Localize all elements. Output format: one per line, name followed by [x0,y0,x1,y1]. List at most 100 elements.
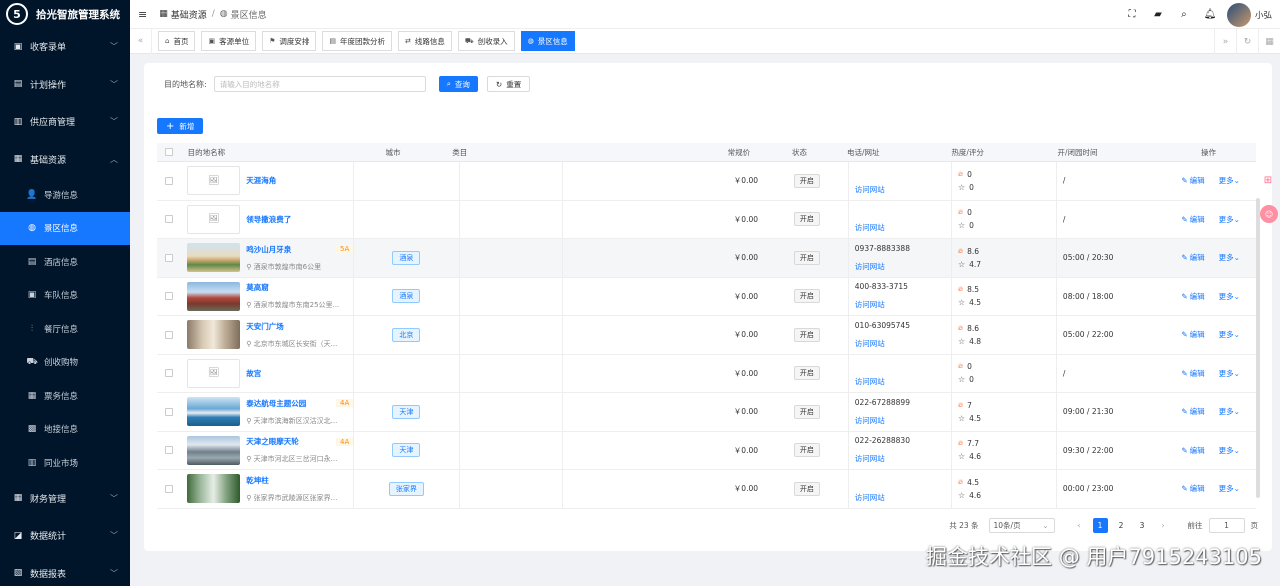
page-jump-input[interactable]: 1 [1208,518,1245,533]
query-button[interactable]: ⌕ 查询 [438,76,478,92]
row-checkbox[interactable] [165,253,174,262]
table-row[interactable]: 🖼︎ 故宫 ￥0.00 开启 访问网站 🔥︎ 0 ☆ 0/✎ 编辑 更多 ⌄ [157,354,1256,393]
table-row[interactable]: 乾坤柱 ⚲ 张家界市武陵源区张家界... 张家界 ￥0.00 开启 访问网站 🔥︎ 4.5 ☆ 4… [157,470,1256,509]
search-input[interactable]: 请输入目的地名称 [213,76,426,92]
scenic-name-link[interactable]: 莫高窟 [246,282,269,293]
table-row[interactable]: 天安门广场 ⚲ 北京市东城区长安街（天... 北京 ￥0.00 开启 010-630957… [157,316,1256,355]
scenic-name-link[interactable]: 天涯海角 [246,175,276,186]
tab-scroll-left-icon[interactable]: « [130,28,152,54]
fullscreen-icon[interactable]: ⛶ [1119,9,1145,20]
breadcrumb-parent[interactable]: 基础资源 [171,8,207,21]
sidebar-group-1[interactable]: ▤ 计划操作 ﹀ [0,66,130,104]
more-button[interactable]: 更多 ⌄ [1219,291,1240,302]
visit-website-link[interactable]: 访问网站 [855,338,885,349]
table-row[interactable]: 莫高窟 ⚲ 酒泉市敦煌市东南25公里... 酒泉 ￥0.00 开启 400-833-371… [157,277,1256,316]
row-checkbox[interactable] [165,369,174,378]
more-button[interactable]: 更多 ⌄ [1219,214,1240,225]
table-row[interactable]: 🖼︎ 天涯海角 ￥0.00 开启 访问网站 🔥︎ 0 ☆ 0/✎ 编辑 更多 ⌄ [157,162,1256,201]
tab-6[interactable]: ◍ 景区信息 [520,31,575,51]
sidebar-group-2[interactable]: ▥ 供应商管理 ﹀ [0,103,130,141]
sidebar-item-3[interactable]: ▣ 车队信息 [0,279,130,313]
page-size-select[interactable]: 10条/页 ⌄ [988,518,1055,533]
tab-5[interactable]: ⛟ 创收录入 [457,31,515,51]
next-page-button[interactable]: › [1156,518,1171,533]
add-button[interactable]: + 新增 [157,118,204,134]
sidebar-item-6[interactable]: ▦ 票务信息 [0,379,130,413]
edit-button[interactable]: ✎ 编辑 [1181,214,1204,225]
scenic-name-link[interactable]: 鸣沙山月牙泉 [246,244,291,255]
more-button[interactable]: 更多 ⌄ [1219,483,1240,494]
more-button[interactable]: 更多 ⌄ [1219,406,1240,417]
book-icon[interactable]: ▰ [1145,9,1171,20]
sidebar-item-7[interactable]: ▩ 地接信息 [0,413,130,447]
page-button-1[interactable]: 1 [1092,518,1108,533]
prev-page-button[interactable]: ‹ [1072,518,1087,533]
visit-website-link[interactable]: 访问网站 [855,376,885,387]
assistant-icon[interactable]: ☺ [1260,205,1278,223]
row-checkbox[interactable] [165,446,174,455]
table-row[interactable]: 天津之眼摩天轮 4A ⚲ 天津市河北区三岔河口永... 天津 ￥0.00 开启 022-26… [157,431,1256,470]
visit-website-link[interactable]: 访问网站 [855,222,885,233]
more-button[interactable]: 更多 ⌄ [1219,329,1240,340]
row-checkbox[interactable] [165,176,174,185]
visit-website-link[interactable]: 访问网站 [855,492,885,503]
sidebar-item-4[interactable]: ⫶ 餐厅信息 [0,312,130,346]
user-name[interactable]: 小弘 [1255,9,1272,21]
visit-website-link[interactable]: 访问网站 [855,184,885,195]
scenic-name-link[interactable]: 乾坤柱 [246,475,269,486]
scenic-name-link[interactable]: 领导撒浪费了 [246,214,291,225]
table-scrollbar[interactable] [1256,198,1260,498]
page-button-2[interactable]: 2 [1114,518,1129,533]
visit-website-link[interactable]: 访问网站 [855,261,885,272]
more-button[interactable]: 更多 ⌄ [1219,252,1240,263]
menu-toggle-icon[interactable]: ≡ [138,8,147,21]
bell-icon[interactable]: 🔔︎ [1197,9,1223,20]
edit-button[interactable]: ✎ 编辑 [1181,368,1204,379]
page-button-3[interactable]: 3 [1135,518,1150,533]
sidebar-group-0[interactable]: ▣ 收客录单 ﹀ [0,28,130,66]
refresh-icon[interactable]: ↻ [1236,29,1258,54]
sidebar-group-1[interactable]: ◪ 数据统计 ﹀ [0,517,130,555]
select-all-checkbox[interactable] [165,148,174,156]
tab-2[interactable]: ⚑ 调度安排 [262,31,317,51]
row-checkbox[interactable] [165,330,174,339]
more-button[interactable]: 更多 ⌄ [1219,445,1240,456]
row-checkbox[interactable] [165,407,174,416]
edit-button[interactable]: ✎ 编辑 [1181,445,1204,456]
tab-menu-icon[interactable]: ▦ [1258,29,1280,54]
share-icon[interactable]: ⊞ [1260,175,1276,191]
visit-website-link[interactable]: 访问网站 [855,299,885,310]
search-icon[interactable]: ⌕ [1171,9,1197,20]
tab-4[interactable]: ⇄ 线路信息 [397,31,452,51]
sidebar-item-1[interactable]: ◍ 景区信息 [0,211,130,245]
scenic-name-link[interactable]: 泰达航母主题公园 [246,398,306,409]
row-checkbox[interactable] [165,292,174,301]
tab-1[interactable]: ▣ 客源单位 [201,31,257,51]
scenic-name-link[interactable]: 天安门广场 [246,321,284,332]
row-checkbox[interactable] [165,484,174,493]
edit-button[interactable]: ✎ 编辑 [1181,175,1204,186]
more-button[interactable]: 更多 ⌄ [1219,175,1240,186]
reset-button[interactable]: ↻ 重置 [486,76,531,92]
tab-3[interactable]: ▤ 年度团款分析 [322,31,392,51]
visit-website-link[interactable]: 访问网站 [855,453,885,464]
table-row[interactable]: 泰达航母主题公园 4A ⚲ 天津市滨海新区汉沽汉北... 天津 ￥0.00 开启 022-6… [157,393,1256,432]
sidebar-group-2[interactable]: ▧ 数据报表 ﹀ [0,555,130,586]
more-button[interactable]: 更多 ⌄ [1219,368,1240,379]
sidebar-group-base[interactable]: ▦ 基础资源 ︿ [0,141,130,179]
tab-0[interactable]: ⌂ 首页 [158,31,196,51]
sidebar-item-8[interactable]: ▥ 同业市场 [0,446,130,480]
sidebar-item-2[interactable]: ▤ 酒店信息 [0,245,130,279]
sidebar-group-0[interactable]: ▦ 财务管理 ﹀ [0,480,130,518]
edit-button[interactable]: ✎ 编辑 [1181,406,1204,417]
edit-button[interactable]: ✎ 编辑 [1181,252,1204,263]
table-row[interactable]: 鸣沙山月牙泉 5A ⚲ 酒泉市敦煌市南6公里 酒泉 ￥0.00 开启 0937-888338… [157,239,1256,278]
table-row[interactable]: 🖼︎ 领导撒浪费了 ￥0.00 开启 访问网站 🔥︎ 0 ☆ 0/✎ 编辑 更多 ⌄ [157,200,1256,239]
edit-button[interactable]: ✎ 编辑 [1181,291,1204,302]
sidebar-item-0[interactable]: 👤 导游信息 [0,178,130,212]
row-checkbox[interactable] [165,215,174,224]
scenic-name-link[interactable]: 天津之眼摩天轮 [246,436,299,447]
sidebar-item-5[interactable]: ⛟ 创收购物 [0,346,130,380]
scenic-name-link[interactable]: 故宫 [246,368,261,379]
visit-website-link[interactable]: 访问网站 [855,415,885,426]
